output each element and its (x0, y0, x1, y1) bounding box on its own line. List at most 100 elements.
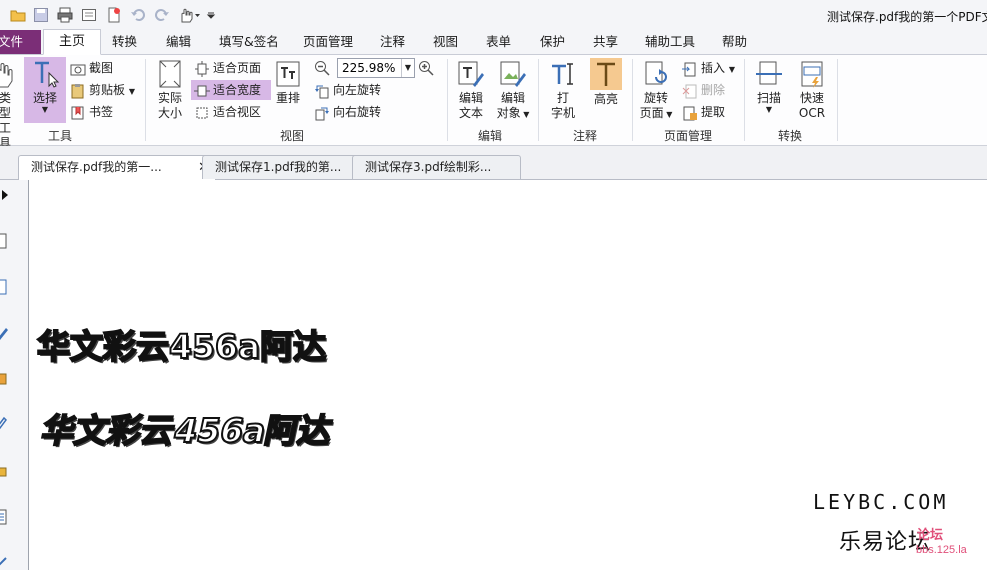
quick-ocr-button[interactable]: 快速 OCR (794, 59, 830, 121)
actual-size-icon (159, 60, 181, 88)
document-tab[interactable]: 测试保存3.pdf绘制彩... (352, 155, 521, 179)
screenshot-button[interactable]: 截图 (70, 58, 113, 78)
actual-size-label-2: 大小 (157, 106, 182, 120)
fit-visible-button[interactable]: 适合视区 (194, 102, 261, 122)
screenshot-label: 截图 (89, 61, 114, 75)
scan-dropdown-arrow: ▼ (765, 105, 773, 114)
tab-file[interactable]: 文件 (0, 30, 41, 54)
save-icon[interactable] (33, 7, 49, 23)
tab-share[interactable]: 共享 (593, 30, 618, 54)
edit-object-button[interactable]: 编辑 对象 ▼ (494, 59, 532, 122)
bookmarks-panel-icon[interactable] (0, 278, 14, 296)
watermark-url: bbs.125.la (916, 544, 967, 556)
tab-home[interactable]: 主页 (43, 29, 101, 55)
highlight-icon (590, 58, 622, 90)
delete-page-label: 删除 (701, 83, 726, 97)
rotate-page-icon (645, 61, 667, 85)
zoom-dropdown-arrow[interactable]: ▼ (401, 59, 414, 77)
layers-panel-icon[interactable] (0, 508, 14, 526)
title-bar: 测试保存.pdf我的第一个PDF文 (0, 0, 987, 30)
document-text-line-italic: 华文彩云456a阿达 (37, 410, 336, 451)
customize-quick-access-icon[interactable] (206, 7, 216, 23)
typewriter-label-2: 字机 (550, 106, 575, 120)
highlight-button[interactable]: 高亮 (588, 58, 624, 107)
rotate-page-button[interactable]: 旋转 页面 ▼ (637, 59, 675, 122)
bookmark-button[interactable]: 书签 (70, 102, 113, 122)
reflow-button[interactable]: 重排 (272, 59, 304, 106)
tab-view[interactable]: 视图 (433, 30, 458, 54)
clipboard-button[interactable]: 剪贴板 ▼ (70, 80, 135, 100)
security-lock-icon[interactable] (0, 460, 14, 478)
fit-page-button[interactable]: 适合页面 (194, 58, 261, 78)
tab-page-management[interactable]: 页面管理 (303, 30, 353, 54)
highlight-label: 高亮 (593, 92, 618, 106)
fit-visible-icon (196, 107, 208, 118)
print-icon[interactable] (57, 7, 73, 23)
group-separator (447, 59, 448, 141)
group-separator (744, 59, 745, 141)
select-tool-button[interactable]: 选择 ▼ (24, 57, 66, 123)
pages-thumbnail-icon[interactable] (0, 232, 14, 250)
actual-size-label-1: 实际 (157, 91, 182, 105)
camera-icon (70, 64, 86, 75)
rotate-left-label: 向左旋转 (333, 83, 382, 97)
clipboard-icon (71, 83, 84, 98)
group-label-comment: 注释 (572, 129, 597, 143)
document-tab-title: 测试保存1.pdf我的第... (215, 160, 342, 174)
document-tab[interactable]: 测试保存1.pdf我的第... (202, 155, 364, 179)
rotate-page-label-2: 页面 ▼ (637, 106, 675, 122)
hand-tool-dropdown-icon[interactable] (178, 7, 202, 23)
signature-panel-icon[interactable] (0, 552, 14, 570)
group-label-convert: 转换 (777, 129, 802, 143)
document-tab-active[interactable]: 测试保存.pdf我的第一... ✕ (18, 155, 216, 180)
hand-tool-button[interactable]: 类型 工具 (0, 59, 16, 151)
select-dropdown-arrow: ▼ (41, 105, 49, 114)
expand-panel-arrow-icon[interactable] (0, 186, 14, 204)
zoom-out-icon[interactable] (314, 60, 330, 76)
delete-page-icon (682, 84, 697, 98)
edit-object-label-2: 对象 ▼ (494, 106, 532, 122)
tab-help[interactable]: 帮助 (722, 30, 747, 54)
document-tab-bar: 测试保存.pdf我的第一... ✕ 测试保存1.pdf我的第... 测试保存3.… (0, 146, 987, 180)
new-document-icon[interactable] (106, 7, 122, 23)
delete-page-button[interactable]: 删除 (682, 80, 725, 100)
tab-convert[interactable]: 转换 (112, 30, 137, 54)
redo-icon[interactable] (154, 7, 170, 23)
rotate-right-button[interactable]: 向右旋转 (314, 102, 381, 122)
reflow-label: 重排 (275, 91, 300, 105)
tab-comment[interactable]: 注释 (380, 30, 405, 54)
open-folder-icon[interactable] (10, 7, 26, 23)
insert-page-label: 插入 (701, 61, 726, 75)
properties-icon[interactable] (81, 7, 97, 23)
tab-accessibility[interactable]: 辅助工具 (645, 30, 695, 54)
comments-panel-icon[interactable] (0, 324, 14, 342)
edit-text-label-2: 文本 (458, 106, 483, 120)
links-panel-icon[interactable] (0, 414, 14, 432)
group-label-view: 视图 (279, 129, 304, 143)
rotate-left-button[interactable]: 向左旋转 (314, 80, 381, 100)
window-title: 测试保存.pdf我的第一个PDF文 (827, 10, 987, 24)
edit-text-button[interactable]: 编辑 文本 (453, 59, 489, 121)
zoom-in-icon[interactable] (418, 60, 434, 76)
fit-width-button[interactable]: 适合宽度 (191, 80, 271, 100)
rotate-right-icon (315, 107, 329, 120)
tab-protect[interactable]: 保护 (540, 30, 565, 54)
ocr-icon (801, 61, 823, 88)
attachments-panel-icon[interactable] (0, 370, 14, 388)
tab-form[interactable]: 表单 (486, 30, 511, 54)
zoom-input[interactable] (338, 59, 404, 77)
insert-page-button[interactable]: 插入 ▼ (682, 58, 735, 78)
bookmark-label: 书签 (89, 105, 114, 119)
scan-button[interactable]: 扫描 ▼ (752, 59, 786, 114)
rotate-left-icon (315, 85, 329, 98)
group-separator (538, 59, 539, 141)
fit-page-label: 适合页面 (213, 61, 262, 75)
tab-fill-sign[interactable]: 填写&签名 (219, 30, 279, 54)
typewriter-icon (552, 63, 573, 85)
actual-size-button[interactable]: 实际 大小 (152, 59, 188, 121)
extract-page-button[interactable]: 提取 (682, 102, 725, 122)
zoom-combobox[interactable]: ▼ (337, 58, 415, 78)
undo-icon[interactable] (130, 7, 146, 23)
typewriter-button[interactable]: 打 字机 (546, 59, 580, 121)
tab-edit[interactable]: 编辑 (166, 30, 191, 54)
